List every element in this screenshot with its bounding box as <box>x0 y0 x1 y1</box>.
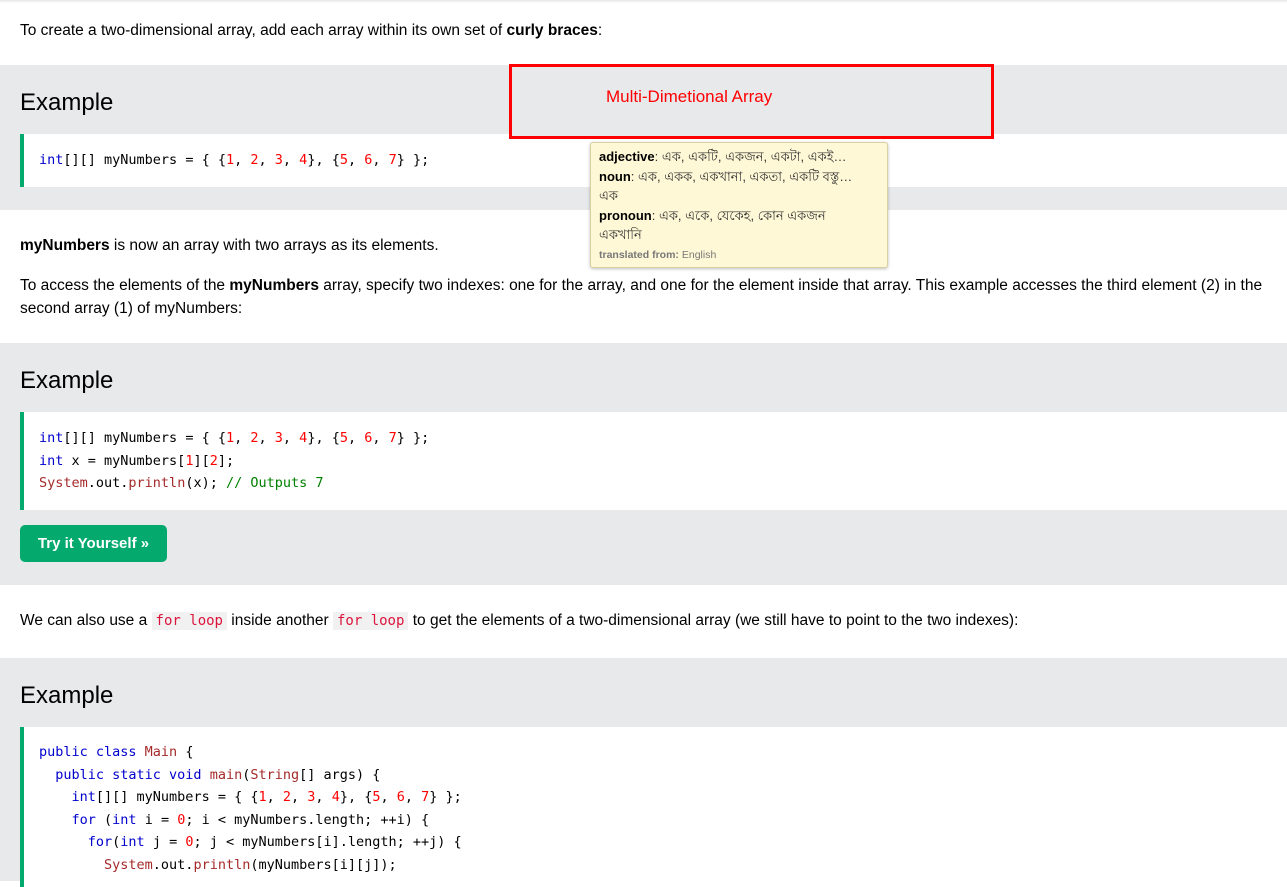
code-block[interactable]: int[][] myNumbers = { {1, 2, 3, 4}, {5, … <box>20 412 1287 510</box>
tooltip-row: pronoun: এক, একে, যেকেহ, কোন একজন <box>599 207 826 223</box>
annotation-label: Multi-Dimetional Array <box>606 87 773 106</box>
paragraph-access: To access the elements of the myNumbers … <box>20 277 1263 317</box>
code-line: public static void main(String[] args) { <box>39 766 381 783</box>
translation-tooltip: adjective: এক, একটি, একজন, একটা, একই… no… <box>590 142 888 268</box>
intro-paragraph: To create a two-dimensional array, add e… <box>20 22 603 39</box>
inline-code-for-loop: for loop <box>332 612 409 630</box>
code-line: int[][] myNumbers = { {1, 2, 3, 4}, {5, … <box>39 430 430 446</box>
example-title: Example <box>20 682 114 709</box>
example-box-2: Example int[][] myNumbers = { {1, 2, 3, … <box>0 343 1287 585</box>
top-shadow <box>0 0 1287 3</box>
code-line: int x = myNumbers[1][2]; <box>39 452 235 469</box>
code-line: for (int i = 0; i < myNumbers.length; ++… <box>39 811 430 828</box>
example-title: Example <box>20 367 114 394</box>
example-title: Example <box>20 89 114 116</box>
paragraph-mynumbers: myNumbers is now an array with two array… <box>20 237 439 254</box>
code-block[interactable]: public class Main { public static void m… <box>20 727 1287 887</box>
translation-source: translated from: English <box>599 248 717 261</box>
tooltip-row: এক <box>599 188 618 203</box>
example-box-3: Example public class Main { public stati… <box>0 658 1287 887</box>
tooltip-row: noun: এক, একক, একখানা, একতা, একটি বস্তু… <box>599 168 853 184</box>
code-line: System.out.println(x); // Outputs 7 <box>39 475 324 491</box>
code-line: public class Main { <box>39 744 194 760</box>
inline-code-for-loop: for loop <box>151 612 227 630</box>
tooltip-row: adjective: এক, একটি, একজন, একটা, একই… <box>599 149 847 164</box>
code-line: int[][] myNumbers = { {1, 2, 3, 4}, {5, … <box>39 789 462 805</box>
try-it-yourself-button[interactable]: Try it Yourself » <box>20 525 167 562</box>
tooltip-row: একখানি <box>599 227 642 242</box>
code-line: for(int j = 0; j < myNumbers[i].length; … <box>39 834 462 850</box>
paragraph-for-loop: We can also use a for loop inside anothe… <box>20 612 1019 630</box>
code-line: System.out.println(myNumbers[i][j]); <box>39 856 397 873</box>
annotation-box: Multi-Dimetional Array <box>509 64 994 139</box>
